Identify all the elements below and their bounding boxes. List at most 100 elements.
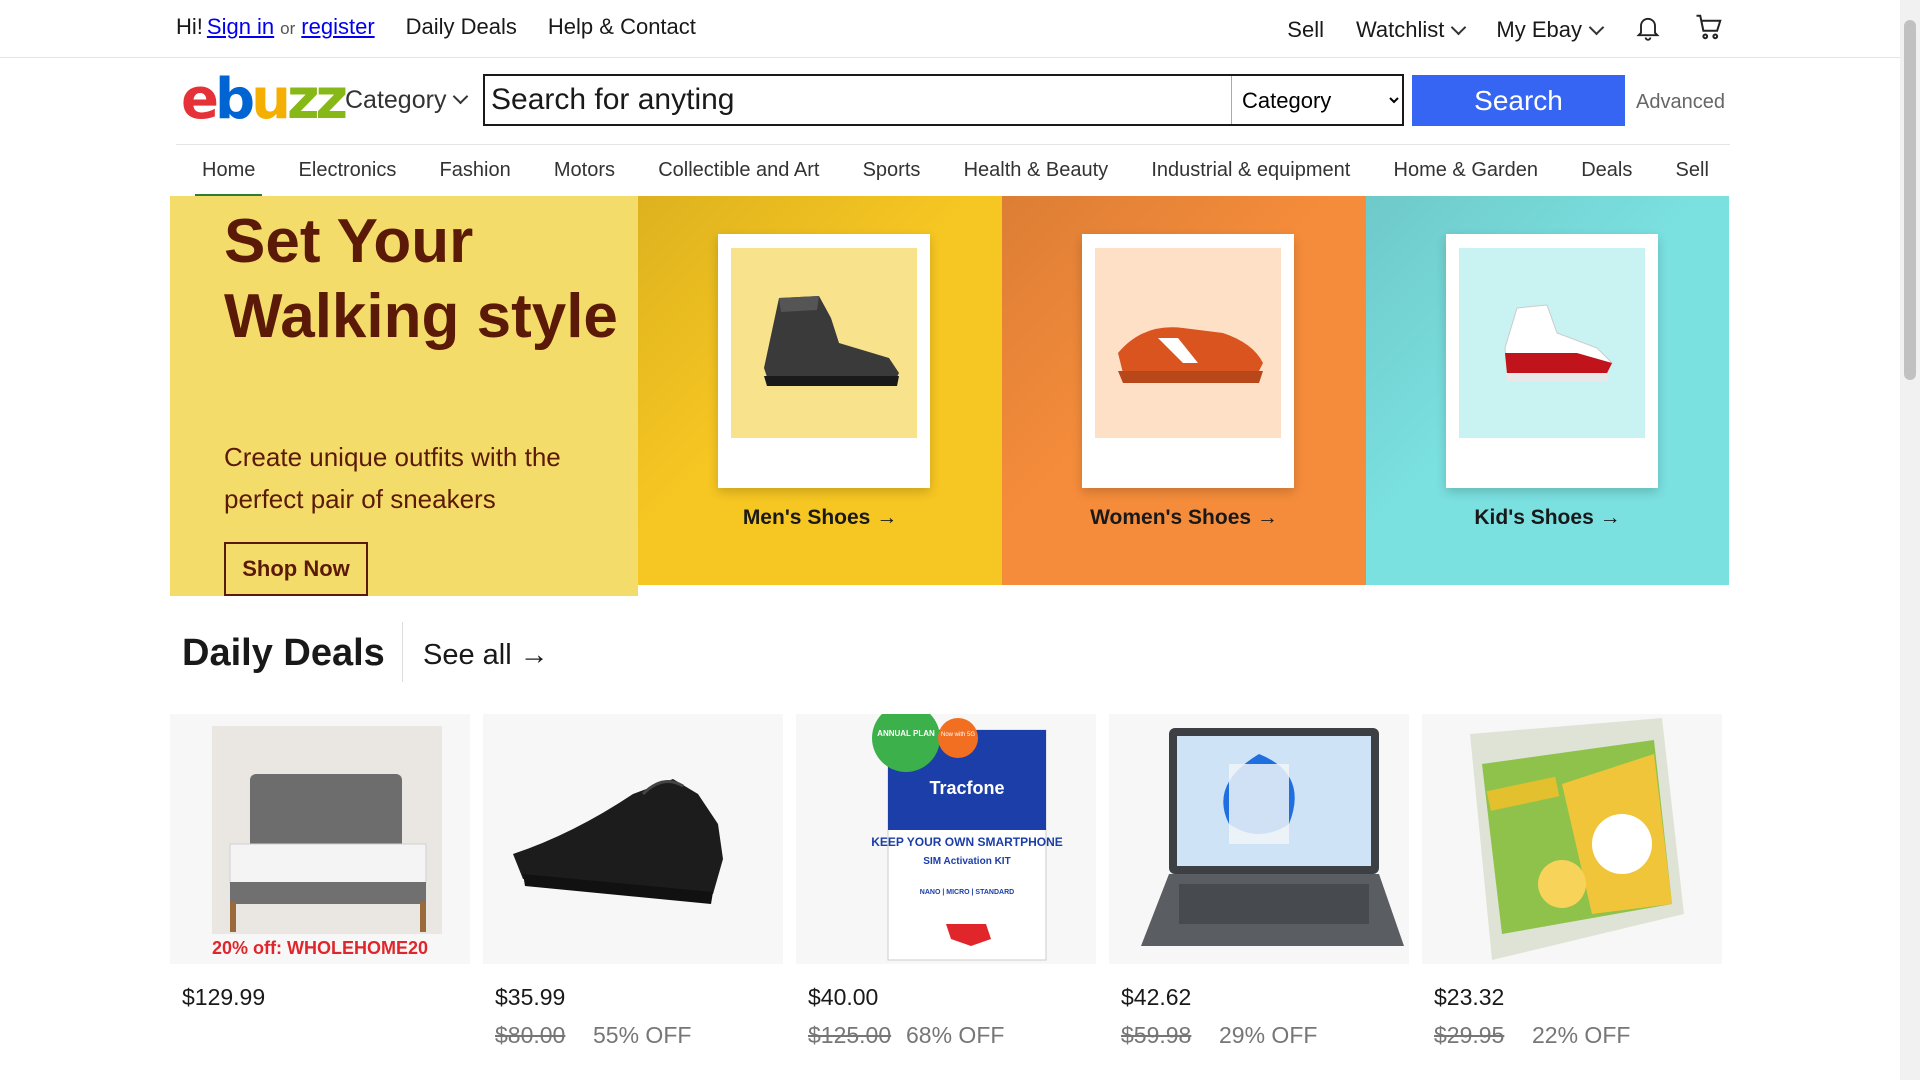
nav-item-sports[interactable]: Sports xyxy=(837,145,921,196)
original-price: $125.00 xyxy=(808,1022,892,1048)
deal-card[interactable]: $35.99 $80.00 55% OFF xyxy=(483,714,783,1054)
ebuzz-logo[interactable]: ebuzz xyxy=(181,72,348,128)
hero-banner: Set Your Walking style Create unique out… xyxy=(170,196,1729,596)
mens-shoes-label[interactable]: Men's Shoes → xyxy=(638,506,1002,530)
kids-shoes-label[interactable]: Kid's Shoes → xyxy=(1366,506,1729,530)
deal-price: $129.99 xyxy=(182,984,266,1010)
chevron-down-icon xyxy=(1451,19,1467,36)
shop-now-button[interactable]: Shop Now xyxy=(224,542,368,596)
search-button[interactable]: Search xyxy=(1412,75,1625,126)
headline-text: KEEP YOUR OWN SMARTPHONE xyxy=(871,835,1063,849)
top-utility-bar: Hi! Sign in or register Daily Deals Help… xyxy=(0,0,1900,58)
nav-item-collectible-art[interactable]: Collectible and Art xyxy=(632,145,819,196)
arrow-right-icon: → xyxy=(1256,506,1278,529)
sneaker-image[interactable] xyxy=(483,714,783,964)
my-ebay-dropdown[interactable]: My Ebay xyxy=(1496,17,1605,43)
cart-icon[interactable] xyxy=(1694,12,1724,48)
advanced-search-link[interactable]: Advanced xyxy=(1636,91,1725,114)
help-contact-link[interactable]: Help & Contact xyxy=(548,14,696,40)
original-price: $29.95 xyxy=(1434,1022,1505,1048)
product-card xyxy=(718,234,930,488)
logo-letter: zz xyxy=(286,67,348,132)
original-price: $80.00 xyxy=(495,1022,566,1048)
deal-price: $42.62 xyxy=(1121,984,1192,1010)
logo-letter: u xyxy=(251,67,291,132)
kit-text: SIM Activation KIT xyxy=(923,856,1010,867)
womens-shoes-label[interactable]: Women's Shoes → xyxy=(1002,506,1366,530)
shop-by-category-button[interactable]: Category xyxy=(345,86,469,115)
brand-text: Tracfone xyxy=(929,778,1004,798)
nav-item-sell[interactable]: Sell xyxy=(1650,145,1709,196)
bed-image[interactable]: 20% off: WHOLEHOME20 xyxy=(170,714,470,964)
chevron-down-icon xyxy=(453,88,469,105)
annual-plan-badge: ANNUAL PLAN xyxy=(877,729,935,738)
hero-promo: Set Your Walking style Create unique out… xyxy=(170,196,638,596)
mens-shoes-panel[interactable]: Men's Shoes → xyxy=(638,196,1002,585)
nav-item-home-garden[interactable]: Home & Garden xyxy=(1368,145,1539,196)
deal-price: $23.32 xyxy=(1434,984,1505,1010)
sizes-text: NANO | MICRO | STANDARD xyxy=(920,889,1014,896)
sell-link[interactable]: Sell xyxy=(1287,17,1324,43)
category-select[interactable]: Category xyxy=(1231,76,1402,124)
nav-item-health-beauty[interactable]: Health & Beauty xyxy=(938,145,1109,196)
product-card xyxy=(1082,234,1294,488)
search-bar: Category xyxy=(483,74,1404,126)
deal-price: $35.99 xyxy=(495,984,566,1010)
greeting-text: Hi! xyxy=(176,14,203,39)
nav-item-industrial[interactable]: Industrial & equipment xyxy=(1125,145,1350,196)
daily-deals-link[interactable]: Daily Deals xyxy=(406,14,517,40)
greeting-area: Hi! Sign in or register Daily Deals Help… xyxy=(176,14,696,40)
arrow-right-icon: → xyxy=(876,506,898,529)
page-scrollbar[interactable] xyxy=(1900,0,1920,1080)
nav-item-electronics[interactable]: Electronics xyxy=(273,145,397,196)
5g-badge: Now with 5G xyxy=(941,732,975,738)
deal-card[interactable]: $42.62 $59.98 29% OFF xyxy=(1109,714,1409,1054)
kids-shoes-panel[interactable]: Kid's Shoes → xyxy=(1366,196,1729,585)
panel-label-text: Women's Shoes xyxy=(1090,506,1252,529)
nav-item-deals[interactable]: Deals xyxy=(1555,145,1632,196)
discount-percent: 68% OFF xyxy=(906,1022,1005,1048)
mens-sneaker-image xyxy=(731,248,917,438)
discount-percent: 29% OFF xyxy=(1219,1022,1318,1048)
arrow-right-icon: → xyxy=(519,639,549,671)
original-price: $59.98 xyxy=(1121,1022,1192,1048)
account-area: Sell Watchlist My Ebay xyxy=(1287,12,1724,48)
nav-item-motors[interactable]: Motors xyxy=(528,145,615,196)
see-all-link[interactable]: See all → xyxy=(423,639,549,672)
nav-item-home[interactable]: Home xyxy=(176,145,263,196)
nav-item-fashion[interactable]: Fashion xyxy=(414,145,511,196)
panel-label-text: Men's Shoes xyxy=(742,506,871,529)
logo-letter: b xyxy=(214,67,255,132)
divider xyxy=(402,622,403,682)
trading-card-box-image[interactable] xyxy=(1422,714,1722,964)
deals-list: 20% off: WHOLEHOME20 $129.99 $35.99 $80.… xyxy=(170,714,1730,1054)
category-nav: Home Electronics Fashion Motors Collecti… xyxy=(176,144,1730,196)
scrollbar-thumb[interactable] xyxy=(1904,20,1916,380)
register-link[interactable]: register xyxy=(301,14,374,40)
discount-percent: 22% OFF xyxy=(1532,1022,1631,1048)
womens-shoes-panel[interactable]: Women's Shoes → xyxy=(1002,196,1366,585)
deal-card[interactable]: $23.32 $29.95 22% OFF xyxy=(1422,714,1722,1054)
laptop-image[interactable] xyxy=(1109,714,1409,964)
arrow-right-icon: → xyxy=(1599,506,1621,529)
kids-sneaker-image xyxy=(1459,248,1645,438)
bell-icon[interactable] xyxy=(1634,13,1662,47)
deal-card[interactable]: 20% off: WHOLEHOME20 $129.99 xyxy=(170,714,470,1054)
watchlist-dropdown[interactable]: Watchlist xyxy=(1355,17,1467,43)
hero-subtitle: Create unique outfits with the perfect p… xyxy=(224,442,561,514)
hero-title: Set Your Walking style xyxy=(224,207,618,351)
sim-kit-image[interactable]: ANNUAL PLAN Now with 5G Tracfone KEEP YO… xyxy=(796,714,1096,964)
product-card xyxy=(1446,234,1658,488)
category-label: Category xyxy=(345,86,447,114)
sign-in-link[interactable]: Sign in xyxy=(207,14,274,40)
deal-price: $40.00 xyxy=(808,984,879,1010)
deal-card[interactable]: ANNUAL PLAN Now with 5G Tracfone KEEP YO… xyxy=(796,714,1096,1054)
or-text: or xyxy=(280,19,296,38)
my-ebay-label: My Ebay xyxy=(1496,17,1582,42)
daily-deals-title: Daily Deals xyxy=(182,632,385,674)
watchlist-label: Watchlist xyxy=(1355,17,1445,42)
logo-letter: e xyxy=(181,67,219,132)
promo-code-text: 20% off: WHOLEHOME20 xyxy=(212,938,428,958)
chevron-down-icon xyxy=(1588,19,1605,36)
search-input[interactable] xyxy=(485,76,1231,124)
